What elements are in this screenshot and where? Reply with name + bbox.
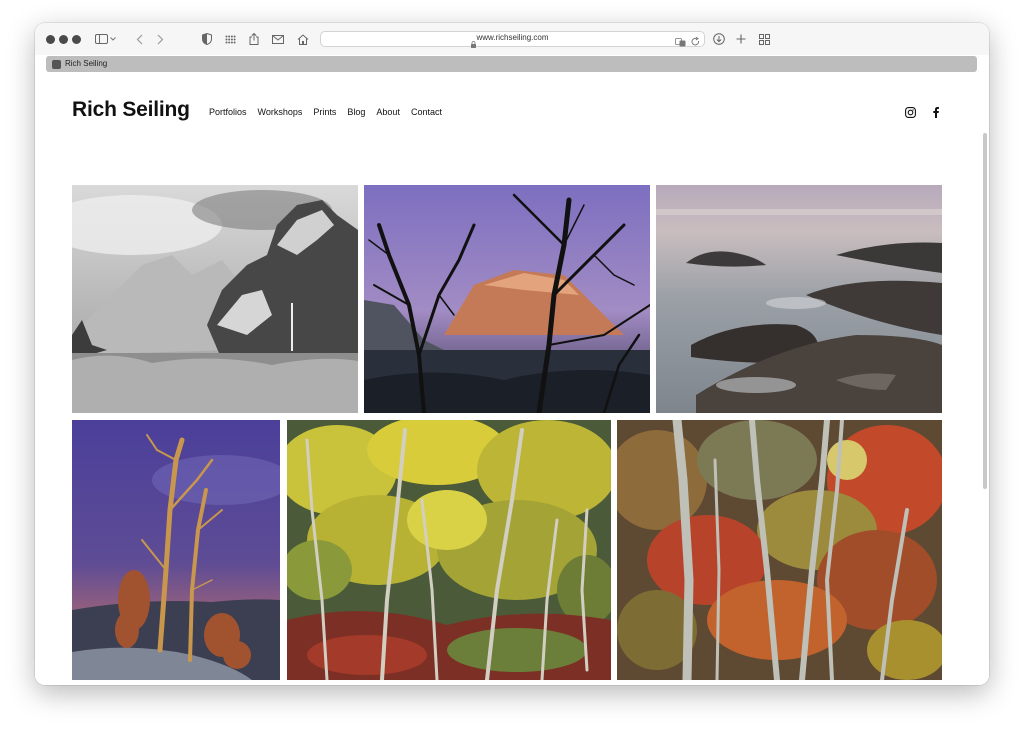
photo-aspen-forest-autumn[interactable]: [287, 420, 611, 680]
sidebar-toggle-icon[interactable]: [93, 31, 109, 47]
photo-sunset-snags[interactable]: [72, 420, 280, 680]
browser-toolbar: www.richseiling.com: [35, 23, 989, 55]
photo-yosemite-valley-bw[interactable]: [72, 185, 358, 413]
new-tab-icon[interactable]: [733, 31, 749, 47]
home-icon[interactable]: [295, 31, 311, 47]
facebook-icon[interactable]: [930, 106, 942, 118]
tab-title[interactable]: Rich Seiling: [65, 59, 107, 68]
url-text: www.richseiling.com: [476, 33, 549, 42]
reload-icon[interactable]: [691, 34, 700, 52]
grid-apps-icon[interactable]: [222, 31, 238, 47]
chevron-down-icon[interactable]: [109, 31, 117, 47]
browser-window: www.richseiling.com Rich Seiling Rich Se…: [35, 23, 989, 685]
minimize-window-button[interactable]: [59, 35, 68, 44]
nav-prints[interactable]: Prints: [313, 107, 336, 117]
nav-about[interactable]: About: [376, 107, 400, 117]
tab-overview-icon[interactable]: [756, 31, 772, 47]
back-button[interactable]: [131, 31, 147, 47]
site-favicon-icon: [52, 60, 61, 69]
nav-contact[interactable]: Contact: [411, 107, 442, 117]
photo-fall-color-trunks[interactable]: [617, 420, 942, 680]
close-window-button[interactable]: [46, 35, 55, 44]
nav-blog[interactable]: Blog: [347, 107, 365, 117]
page-scrollbar[interactable]: [983, 133, 987, 489]
site-title[interactable]: Rich Seiling: [72, 98, 190, 122]
share-icon[interactable]: [246, 31, 262, 47]
downloads-icon[interactable]: [711, 31, 727, 47]
translate-icon[interactable]: [675, 34, 686, 52]
zoom-window-button[interactable]: [72, 35, 81, 44]
nav-portfolios[interactable]: Portfolios: [209, 107, 247, 117]
nav-workshops[interactable]: Workshops: [258, 107, 303, 117]
mail-icon[interactable]: [270, 31, 286, 47]
forward-button[interactable]: [152, 31, 168, 47]
tab-bar: Rich Seiling: [46, 56, 977, 72]
web-page: Rich Seiling Portfolios Workshops Prints…: [35, 75, 989, 685]
photo-half-dome-silhouette-trees[interactable]: [364, 185, 650, 413]
instagram-icon[interactable]: [904, 106, 916, 118]
address-bar[interactable]: www.richseiling.com: [320, 31, 705, 48]
photo-rocky-coastline[interactable]: [656, 185, 942, 413]
main-nav: Portfolios Workshops Prints Blog About C…: [209, 107, 453, 117]
privacy-shield-icon[interactable]: [199, 31, 215, 47]
